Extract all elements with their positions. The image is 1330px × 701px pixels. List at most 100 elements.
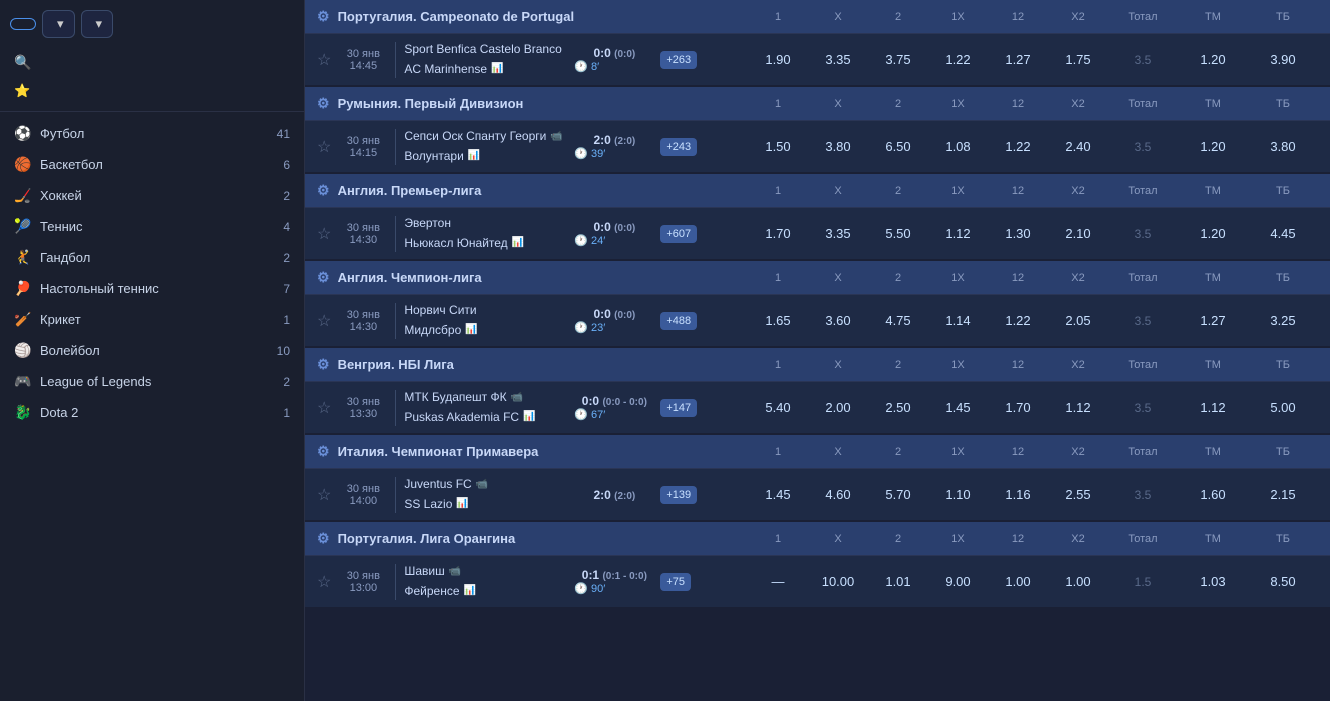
match-live-time: 🕐67′ bbox=[574, 408, 654, 421]
odds-cell-2[interactable]: 5.50 bbox=[868, 226, 928, 241]
filter-date-dropdown[interactable]: ▾ bbox=[81, 10, 114, 38]
odds-cell-0[interactable]: 1.45 bbox=[748, 487, 808, 502]
favorite-star[interactable]: ☆ bbox=[317, 572, 331, 592]
odds-cell-3[interactable]: 1.14 bbox=[928, 313, 988, 328]
odds-tm[interactable]: 1.27 bbox=[1178, 313, 1248, 328]
odds-cell-3[interactable]: 9.00 bbox=[928, 574, 988, 589]
odds-cell-4[interactable]: 1.27 bbox=[988, 52, 1048, 67]
odds-tb[interactable]: 3.25 bbox=[1248, 313, 1318, 328]
odds-cell-5[interactable]: 1.75 bbox=[1048, 52, 1108, 67]
sidebar-item-hockey[interactable]: 🏒 Хоккей 2 bbox=[0, 180, 304, 211]
league-header-italy_primavera: ⚙ Италия. Чемпионат Примавера 1X21X12X2Т… bbox=[305, 435, 1330, 468]
filter-all-button[interactable] bbox=[10, 18, 36, 30]
favorite-star[interactable]: ☆ bbox=[317, 398, 331, 418]
sidebar-item-table_tennis[interactable]: 🏓 Настольный теннис 7 bbox=[0, 273, 304, 304]
odds-cell-5[interactable]: 2.05 bbox=[1048, 313, 1108, 328]
odds-header-0: 1 bbox=[748, 533, 808, 545]
odds-cell-2[interactable]: 5.70 bbox=[868, 487, 928, 502]
sidebar-item-dota2[interactable]: 🐉 Dota 2 1 bbox=[0, 397, 304, 428]
odds-cell-5[interactable]: 1.12 bbox=[1048, 400, 1108, 415]
odds-cell-2[interactable]: 1.01 bbox=[868, 574, 928, 589]
odds-cell-1[interactable]: 3.35 bbox=[808, 226, 868, 241]
odds-cell-1[interactable]: 10.00 bbox=[808, 574, 868, 589]
odds-tb[interactable]: 8.50 bbox=[1248, 574, 1318, 589]
match-separator bbox=[395, 477, 396, 513]
more-markets-button[interactable]: +607 bbox=[660, 225, 697, 243]
odds-tm[interactable]: 1.20 bbox=[1178, 52, 1248, 67]
odds-cell-1[interactable]: 4.60 bbox=[808, 487, 868, 502]
odds-cell-3[interactable]: 1.08 bbox=[928, 139, 988, 154]
odds-tm[interactable]: 1.60 bbox=[1178, 487, 1248, 502]
odds-cell-2[interactable]: 2.50 bbox=[868, 400, 928, 415]
more-markets-button[interactable]: +139 bbox=[660, 486, 697, 504]
odds-cell-4[interactable]: 1.16 bbox=[988, 487, 1048, 502]
sidebar-item-lol[interactable]: 🎮 League of Legends 2 bbox=[0, 366, 304, 397]
match-teams: МТК Будапешт ФК📹 Puskas Akademia FC📊 bbox=[404, 388, 574, 426]
odds-cell-5[interactable]: 2.55 bbox=[1048, 487, 1108, 502]
odds-tm[interactable]: 1.12 bbox=[1178, 400, 1248, 415]
odds-tb[interactable]: 3.90 bbox=[1248, 52, 1318, 67]
odds-cell-1[interactable]: 3.80 bbox=[808, 139, 868, 154]
odds-tb[interactable]: 3.80 bbox=[1248, 139, 1318, 154]
odds-cell-0[interactable]: 1.65 bbox=[748, 313, 808, 328]
odds-cell-3[interactable]: 1.45 bbox=[928, 400, 988, 415]
odds-cell-4[interactable]: 1.00 bbox=[988, 574, 1048, 589]
odds-cell-1[interactable]: 2.00 bbox=[808, 400, 868, 415]
sidebar-item-football[interactable]: ⚽ Футбол 41 bbox=[0, 118, 304, 149]
sport-count-volleyball: 10 bbox=[277, 344, 290, 358]
odds-cell-2[interactable]: 3.75 bbox=[868, 52, 928, 67]
odds-header-8: ТБ bbox=[1248, 185, 1318, 197]
odds-cell-1[interactable]: 3.35 bbox=[808, 52, 868, 67]
odds-cell-1[interactable]: 3.60 bbox=[808, 313, 868, 328]
odds-cell-0[interactable]: 5.40 bbox=[748, 400, 808, 415]
odds-tb[interactable]: 2.15 bbox=[1248, 487, 1318, 502]
sidebar-item-basketball[interactable]: 🏀 Баскетбол 6 bbox=[0, 149, 304, 180]
sport-count-lol: 2 bbox=[283, 375, 290, 389]
odds-tm[interactable]: 1.03 bbox=[1178, 574, 1248, 589]
more-markets-button[interactable]: +75 bbox=[660, 573, 691, 591]
more-markets-button[interactable]: +263 bbox=[660, 51, 697, 69]
odds-cell-3[interactable]: 1.10 bbox=[928, 487, 988, 502]
odds-cell-2[interactable]: 4.75 bbox=[868, 313, 928, 328]
odds-cell-4[interactable]: 1.22 bbox=[988, 139, 1048, 154]
odds-cell-3[interactable]: 1.12 bbox=[928, 226, 988, 241]
search-bar[interactable]: 🔍 bbox=[0, 48, 304, 77]
sidebar-item-tennis[interactable]: 🎾 Теннис 4 bbox=[0, 211, 304, 242]
sidebar-item-volleyball[interactable]: 🏐 Волейбол 10 bbox=[0, 335, 304, 366]
odds-cell-4[interactable]: 1.22 bbox=[988, 313, 1048, 328]
odds-cell-4[interactable]: 1.70 bbox=[988, 400, 1048, 415]
odds-cell-0[interactable]: 1.90 bbox=[748, 52, 808, 67]
odds-cell-2[interactable]: 6.50 bbox=[868, 139, 928, 154]
favorites-row[interactable]: ⭐ bbox=[0, 77, 304, 105]
more-markets-button[interactable]: +488 bbox=[660, 312, 697, 330]
odds-cell-0[interactable]: 1.70 bbox=[748, 226, 808, 241]
favorite-star[interactable]: ☆ bbox=[317, 311, 331, 331]
odds-header-4: 12 bbox=[988, 11, 1048, 23]
odds-cell-0[interactable]: 1.50 bbox=[748, 139, 808, 154]
sidebar-item-cricket[interactable]: 🏏 Крикет 1 bbox=[0, 304, 304, 335]
favorite-star[interactable]: ☆ bbox=[317, 137, 331, 157]
odds-cell-5[interactable]: 2.40 bbox=[1048, 139, 1108, 154]
odds-tb[interactable]: 4.45 bbox=[1248, 226, 1318, 241]
match-separator bbox=[395, 390, 396, 426]
odds-tb[interactable]: 5.00 bbox=[1248, 400, 1318, 415]
odds-tm[interactable]: 1.20 bbox=[1178, 139, 1248, 154]
more-markets-button[interactable]: +147 bbox=[660, 399, 697, 417]
favorite-star[interactable]: ☆ bbox=[317, 485, 331, 505]
odds-header-1: X bbox=[808, 359, 868, 371]
odds-cell-5[interactable]: 1.00 bbox=[1048, 574, 1108, 589]
odds-tm[interactable]: 1.20 bbox=[1178, 226, 1248, 241]
sport-label-handball: Гандбол bbox=[40, 250, 90, 265]
match-time-val: 14:45 bbox=[339, 60, 387, 72]
odds-cell-0[interactable]: — bbox=[748, 574, 808, 589]
sport-label-tennis: Теннис bbox=[40, 219, 83, 234]
odds-cell-3[interactable]: 1.22 bbox=[928, 52, 988, 67]
more-markets-button[interactable]: +243 bbox=[660, 138, 697, 156]
favorite-star[interactable]: ☆ bbox=[317, 224, 331, 244]
favorite-star[interactable]: ☆ bbox=[317, 50, 331, 70]
sidebar-item-handball[interactable]: 🤾 Гандбол 2 bbox=[0, 242, 304, 273]
odds-cell-5[interactable]: 2.10 bbox=[1048, 226, 1108, 241]
filter-time-dropdown[interactable]: ▾ bbox=[42, 10, 75, 38]
odds-cell-4[interactable]: 1.30 bbox=[988, 226, 1048, 241]
score-main: 2:0 (2:0) bbox=[574, 488, 654, 502]
